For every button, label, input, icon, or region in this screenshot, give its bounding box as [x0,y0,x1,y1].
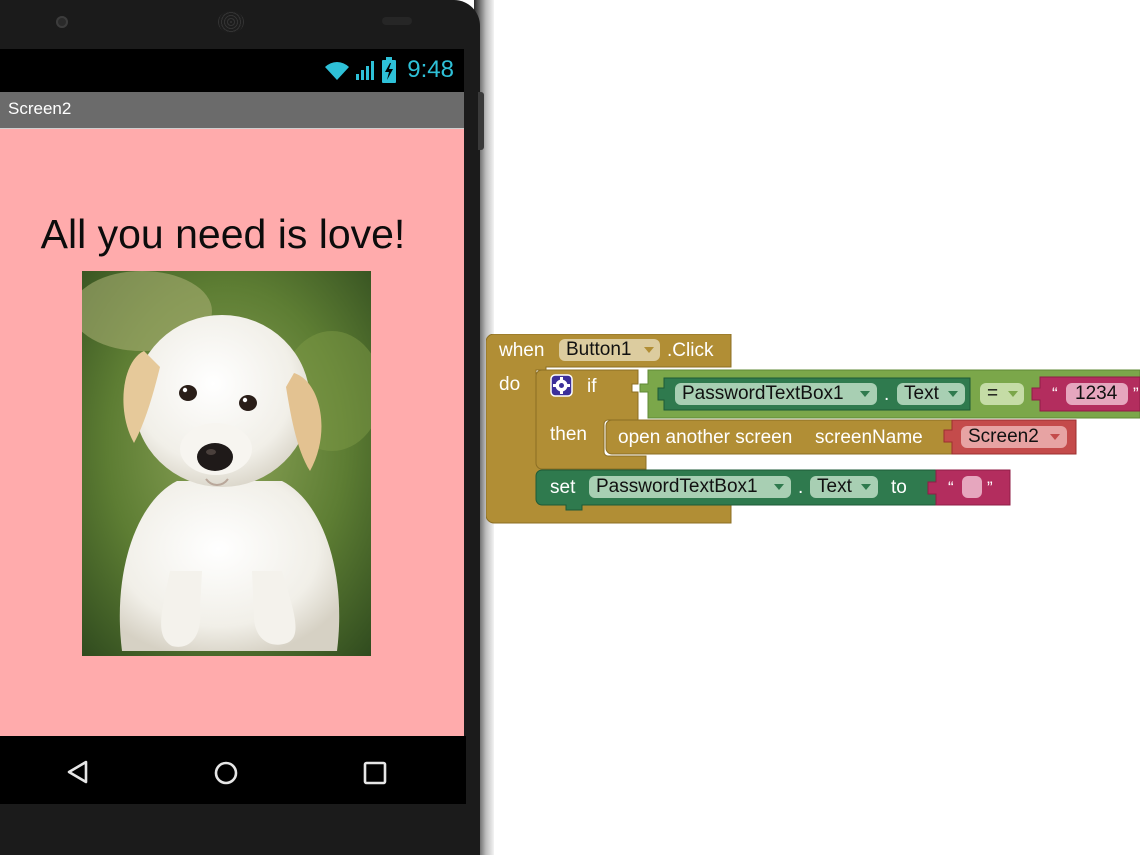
chevron-down-icon [861,484,871,490]
text-property-setter-label: Text [817,476,852,497]
status-icons: 9:48 [323,55,454,85]
passwordtextbox1-setter-dropdown[interactable]: PasswordTextBox1 [589,476,791,498]
passwordtextbox1-setter-label: PasswordTextBox1 [596,476,758,497]
recent-apps-icon[interactable] [363,761,387,785]
do-label: do [499,374,521,395]
wifi-icon [325,62,350,80]
text-property-getter-dropdown[interactable]: Text [897,383,965,405]
status-bar: 9:48 [0,49,464,92]
chevron-down-icon [774,484,784,490]
chevron-down-icon [644,347,654,353]
chevron-down-icon [1008,391,1018,397]
equals-operator-dropdown[interactable]: = [980,383,1024,405]
open-another-screen-label: open another screen [618,427,793,448]
proximity-sensors [382,17,412,25]
button1-dropdown-label: Button1 [566,339,632,360]
chevron-down-icon [860,391,870,397]
text-property-getter-label: Text [904,383,939,404]
set-label: set [550,477,576,498]
setter-dot-label: . [798,477,804,498]
getter-dot-label: . [884,384,890,405]
text-1234-field[interactable]: 1234 [1066,383,1128,405]
if-label: if [587,376,597,397]
open-quote-icon: “ [948,478,954,497]
headline-label: All you need is love! [40,211,406,257]
phone-frame: 9:48 Screen2 All you need is love! [0,0,480,855]
app-title-bar: Screen2 [0,92,464,129]
cell-signal-icon [356,61,375,80]
then-label: then [550,424,587,445]
when-label: when [499,340,545,361]
screen-name-param-label: screenName [815,427,923,448]
screen-title: Screen2 [8,99,72,118]
button1-dropdown[interactable]: Button1 [559,339,660,361]
equals-operator-label: = [987,383,999,404]
battery-charging-icon [382,57,397,83]
screen2-dropdown-label: Screen2 [968,426,1039,447]
puppy-image [82,271,371,656]
app-screen-content: All you need is love! [0,129,464,736]
passwordtextbox1-getter-dropdown[interactable]: PasswordTextBox1 [675,383,877,405]
open-quote-icon: “ [1052,384,1058,403]
chevron-down-icon [1050,434,1060,440]
text-property-setter-dropdown[interactable]: Text [810,476,878,498]
front-camera [56,16,68,28]
empty-text-field[interactable] [962,476,982,498]
passwordtextbox1-getter-label: PasswordTextBox1 [682,383,844,404]
to-label: to [891,477,907,498]
screen2-dropdown[interactable]: Screen2 [961,426,1067,448]
phone-side-button [478,92,484,150]
home-icon[interactable] [214,761,238,785]
close-quote-icon: ” [1133,384,1139,403]
earpiece-speaker [218,11,244,33]
back-icon[interactable] [66,760,90,784]
android-nav-bar [0,736,466,804]
chevron-down-icon [948,391,958,397]
blocks-workspace: when Button1 .Click do if then PasswordT… [486,334,1140,524]
status-clock: 9:48 [407,56,454,83]
close-quote-icon: ” [987,478,993,497]
click-event-label: .Click [667,340,714,361]
